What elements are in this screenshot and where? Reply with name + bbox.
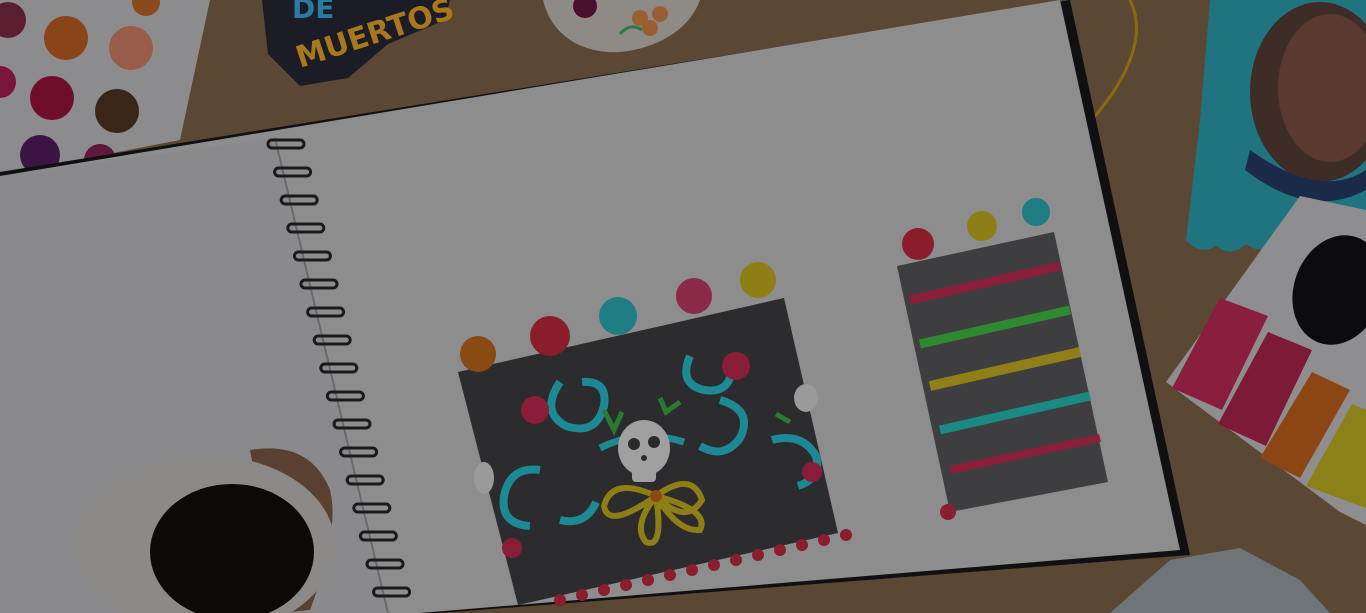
cake-dot <box>664 569 676 581</box>
sticker-text-de: DE <box>292 0 334 25</box>
cake-dot <box>576 589 588 601</box>
cake-dot <box>554 594 566 606</box>
day-of-the-dead-cake-sketch-scene: DE MUERTOS <box>0 0 1366 613</box>
cake-dot <box>642 574 654 586</box>
cake-dot <box>818 534 830 546</box>
cake-dot <box>598 584 610 596</box>
cake-dot <box>620 579 632 591</box>
cake-dot <box>796 539 808 551</box>
cake-dot <box>730 554 742 566</box>
cake-dot <box>774 544 786 556</box>
cake-dot <box>708 559 720 571</box>
cake-dot <box>686 564 698 576</box>
cake-dot <box>752 549 764 561</box>
cake-dot <box>840 529 852 541</box>
